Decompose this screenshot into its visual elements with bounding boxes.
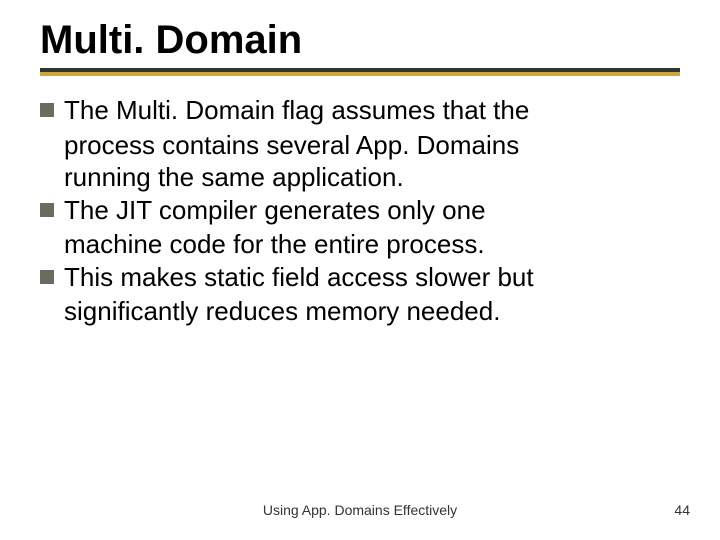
bullet-icon — [40, 103, 54, 117]
page-number: 44 — [674, 502, 690, 518]
bullet-text: This makes static field access slower bu… — [64, 261, 534, 294]
footer-text: Using App. Domains Effectively — [0, 502, 720, 518]
bullet-item: The JIT compiler generates only one — [40, 194, 680, 227]
slide-title: Multi. Domain — [40, 18, 680, 62]
bullet-item: The Multi. Domain flag assumes that the — [40, 94, 680, 127]
bullet-cont: process contains several App. Domains — [64, 129, 680, 162]
bullet-icon — [40, 270, 54, 284]
slide: Multi. Domain The Multi. Domain flag ass… — [0, 0, 720, 540]
bullet-text: The JIT compiler generates only one — [64, 194, 486, 227]
bullet-icon — [40, 203, 54, 217]
bullet-item: This makes static field access slower bu… — [40, 261, 680, 294]
bullet-cont: significantly reduces memory needed. — [64, 295, 680, 328]
bullet-text: The Multi. Domain flag assumes that the — [64, 94, 529, 127]
bullet-cont: machine code for the entire process. — [64, 228, 680, 261]
bullet-cont: running the same application. — [64, 161, 680, 194]
divider-gold — [40, 72, 680, 76]
content: The Multi. Domain flag assumes that the … — [40, 94, 680, 328]
